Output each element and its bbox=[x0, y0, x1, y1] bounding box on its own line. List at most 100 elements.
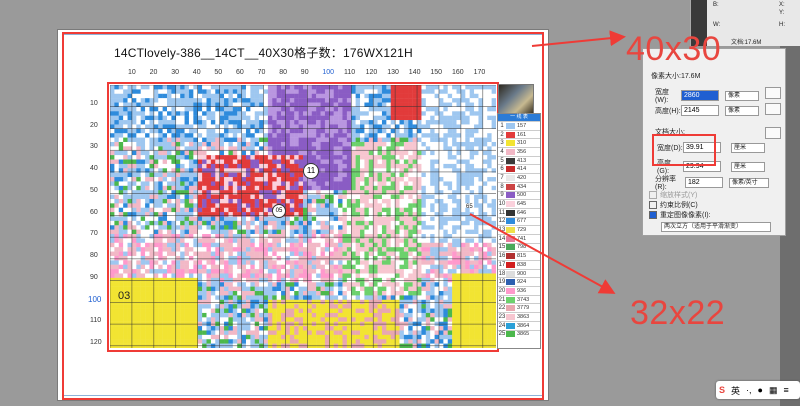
x-tick-150: 150 bbox=[430, 69, 443, 76]
x-tick-130: 130 bbox=[387, 69, 399, 76]
menu-icon[interactable]: ≡ bbox=[783, 385, 788, 395]
legend-code: 741 bbox=[517, 235, 527, 242]
cancel-button[interactable] bbox=[765, 103, 781, 115]
legend-swatch bbox=[506, 122, 515, 129]
legend-code: 161 bbox=[517, 131, 527, 138]
legend-index: 8 bbox=[500, 183, 504, 190]
legend-row: 14 741 bbox=[498, 233, 540, 243]
legend-code: 815 bbox=[517, 253, 527, 260]
region-label-05: 05 bbox=[272, 204, 286, 218]
legend-code: 420 bbox=[517, 174, 527, 181]
resample-checkbox[interactable] bbox=[649, 211, 657, 219]
legend-row: 16 815 bbox=[498, 251, 540, 260]
x-tick-140: 140 bbox=[408, 69, 421, 76]
legend-index: 21 bbox=[498, 296, 506, 303]
pattern-title: 14CTlovely-386__14CT__40X30格子数：176WX121H bbox=[114, 46, 413, 60]
pixel-size-label: 像素大小:17.6M bbox=[651, 73, 701, 80]
legend-index: 14 bbox=[498, 235, 506, 242]
legend-swatch bbox=[506, 296, 515, 303]
legend-row: 12 677 bbox=[498, 216, 540, 226]
legend-swatch bbox=[506, 235, 515, 242]
legend-index: 6 bbox=[500, 166, 504, 173]
legend-swatch bbox=[506, 261, 515, 268]
legend-swatch bbox=[506, 313, 515, 320]
legend-index: 20 bbox=[498, 287, 506, 294]
legend-row: 20 936 bbox=[498, 286, 540, 295]
legend-index: 3 bbox=[500, 140, 504, 147]
resample-method-select[interactable]: 两次立方（适用于平滑渐变） bbox=[661, 222, 771, 232]
pixel-height-unit-select[interactable]: 像素 bbox=[725, 105, 759, 116]
legend-index: 9 bbox=[500, 192, 504, 199]
legend-code: 414 bbox=[517, 166, 527, 173]
legend-index: 13 bbox=[498, 227, 506, 234]
legend-index: 1 bbox=[500, 122, 504, 129]
y-tick-30: 30 bbox=[90, 143, 98, 151]
legend-row: 2 161 bbox=[498, 129, 540, 139]
resolution-label: 分辨率(R): bbox=[655, 176, 676, 191]
legend-row: 9 500 bbox=[498, 190, 540, 200]
resolution-unit-select[interactable]: 像素/英寸 bbox=[729, 177, 769, 188]
resolution-input[interactable] bbox=[685, 177, 723, 188]
legend-swatch bbox=[506, 279, 515, 286]
legend-index: 19 bbox=[498, 279, 506, 286]
y-tick-120: 120 bbox=[90, 338, 102, 346]
legend-swatch bbox=[506, 140, 515, 147]
region-label-65: 65 bbox=[466, 204, 473, 210]
legend-code: 645 bbox=[517, 201, 527, 208]
x-tick-40: 40 bbox=[192, 69, 201, 76]
y-tick-40: 40 bbox=[90, 165, 98, 173]
legend-index: 2 bbox=[500, 131, 504, 138]
doc-width-unit-select[interactable]: 厘米 bbox=[731, 142, 765, 153]
info-doc-size: 文档:17.6M bbox=[731, 40, 762, 46]
constrain-checkbox[interactable] bbox=[649, 201, 657, 209]
legend-code: 500 bbox=[517, 192, 527, 199]
legend-code: 157 bbox=[517, 122, 527, 129]
x-tick-50: 50 bbox=[214, 69, 223, 76]
legend-row: 15 798 bbox=[498, 242, 540, 252]
legend-swatch bbox=[506, 166, 515, 173]
legend-swatch bbox=[506, 253, 515, 260]
annotation-32x22: 32x22 bbox=[630, 294, 726, 332]
constrain-label: 约束比例(C) bbox=[660, 202, 698, 209]
ime-toolbar[interactable]: S 英 ·, ● ▦ ≡ bbox=[716, 381, 800, 399]
info-b: B: bbox=[713, 2, 719, 8]
x-tick-110: 110 bbox=[344, 69, 356, 76]
pixel-width-unit-select[interactable]: 像素 bbox=[725, 90, 759, 101]
legend-row: 7 420 bbox=[498, 173, 540, 182]
legend-swatch bbox=[506, 244, 515, 251]
legend-swatch bbox=[506, 174, 515, 181]
legend-row: 22 3779 bbox=[498, 303, 540, 312]
legend-row: 17 838 bbox=[498, 260, 540, 269]
mic-icon[interactable]: ● bbox=[758, 385, 763, 395]
pixel-height-input[interactable] bbox=[681, 105, 719, 116]
legend-code: 3864 bbox=[517, 322, 530, 329]
region-label-03: 03 bbox=[118, 290, 131, 302]
legend-row: 13 729 bbox=[498, 225, 540, 234]
legend-code: 3863 bbox=[517, 313, 530, 320]
legend-swatch bbox=[506, 157, 515, 164]
ok-button[interactable] bbox=[765, 87, 781, 99]
pixel-height-label: 高度(H): bbox=[655, 107, 681, 115]
legend-row: 11 646 bbox=[498, 207, 540, 217]
legend-row: 21 3743 bbox=[498, 294, 540, 304]
legend-code: 936 bbox=[517, 287, 527, 294]
info-h: H: bbox=[779, 22, 785, 28]
y-tick-60: 60 bbox=[90, 208, 98, 216]
pixel-width-input[interactable] bbox=[681, 90, 719, 101]
legend-row: 19 924 bbox=[498, 277, 540, 286]
scale-styles-checkbox[interactable] bbox=[649, 191, 657, 199]
legend-swatch bbox=[506, 131, 515, 138]
auto-button[interactable] bbox=[765, 127, 781, 139]
legend-index: 22 bbox=[498, 305, 506, 312]
punctuation-icon[interactable]: ·, bbox=[746, 385, 752, 395]
legend-swatch bbox=[506, 270, 515, 277]
doc-size-red-frame bbox=[652, 134, 716, 166]
y-tick-90: 90 bbox=[90, 273, 98, 281]
ime-language[interactable]: 英 bbox=[731, 384, 740, 397]
legend-code: 310 bbox=[517, 140, 527, 147]
doc-height-unit-select[interactable]: 厘米 bbox=[731, 161, 765, 172]
keyboard-icon[interactable]: ▦ bbox=[769, 385, 778, 396]
legend-code: 646 bbox=[517, 209, 527, 216]
pixel-width-label: 宽度(W): bbox=[655, 89, 669, 104]
legend-swatch bbox=[506, 305, 515, 312]
